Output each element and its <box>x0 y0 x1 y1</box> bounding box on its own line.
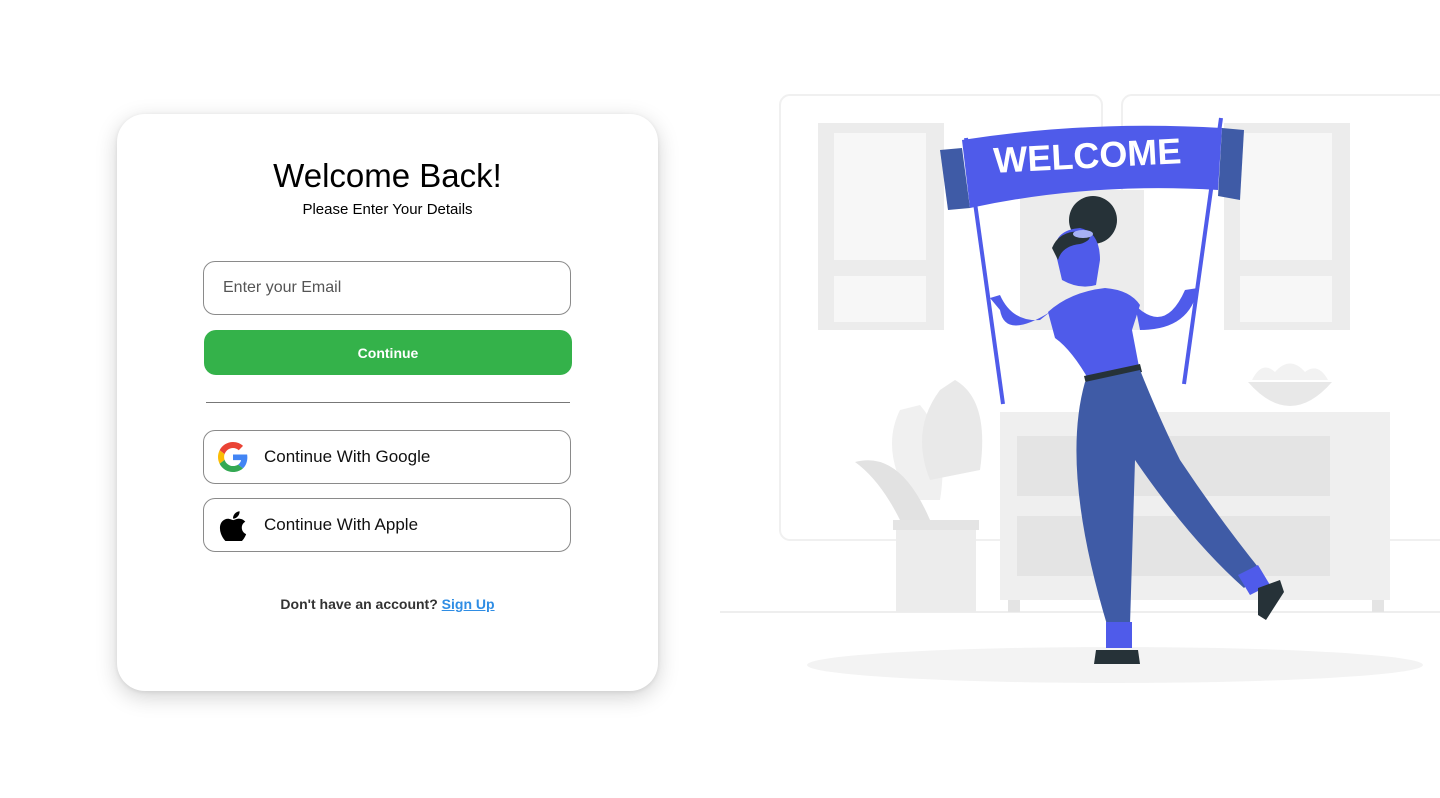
signup-row: Don't have an account? Sign Up <box>117 596 658 612</box>
apple-button-label: Continue With Apple <box>264 515 419 534</box>
page-subtitle: Please Enter Your Details <box>302 201 473 218</box>
divider <box>206 402 570 403</box>
sign-up-link[interactable]: Sign Up <box>442 596 495 612</box>
google-logo-icon <box>218 442 248 472</box>
welcome-illustration: WELCOME <box>720 94 1440 683</box>
page-title: Welcome Back! <box>273 157 502 194</box>
continue-with-apple-button[interactable]: Continue With Apple <box>203 498 571 552</box>
google-button-label: Continue With Google <box>264 447 431 466</box>
login-card: Welcome Back! Please Enter Your Details … <box>117 114 658 691</box>
email-input[interactable] <box>203 261 571 315</box>
signup-prompt: Don't have an account? <box>280 596 438 612</box>
login-page: Welcome Back! Please Enter Your Details … <box>0 0 1440 798</box>
continue-with-google-button[interactable]: Continue With Google <box>203 430 571 484</box>
apple-logo-icon <box>218 510 248 541</box>
continue-button[interactable]: Continue <box>204 330 572 375</box>
